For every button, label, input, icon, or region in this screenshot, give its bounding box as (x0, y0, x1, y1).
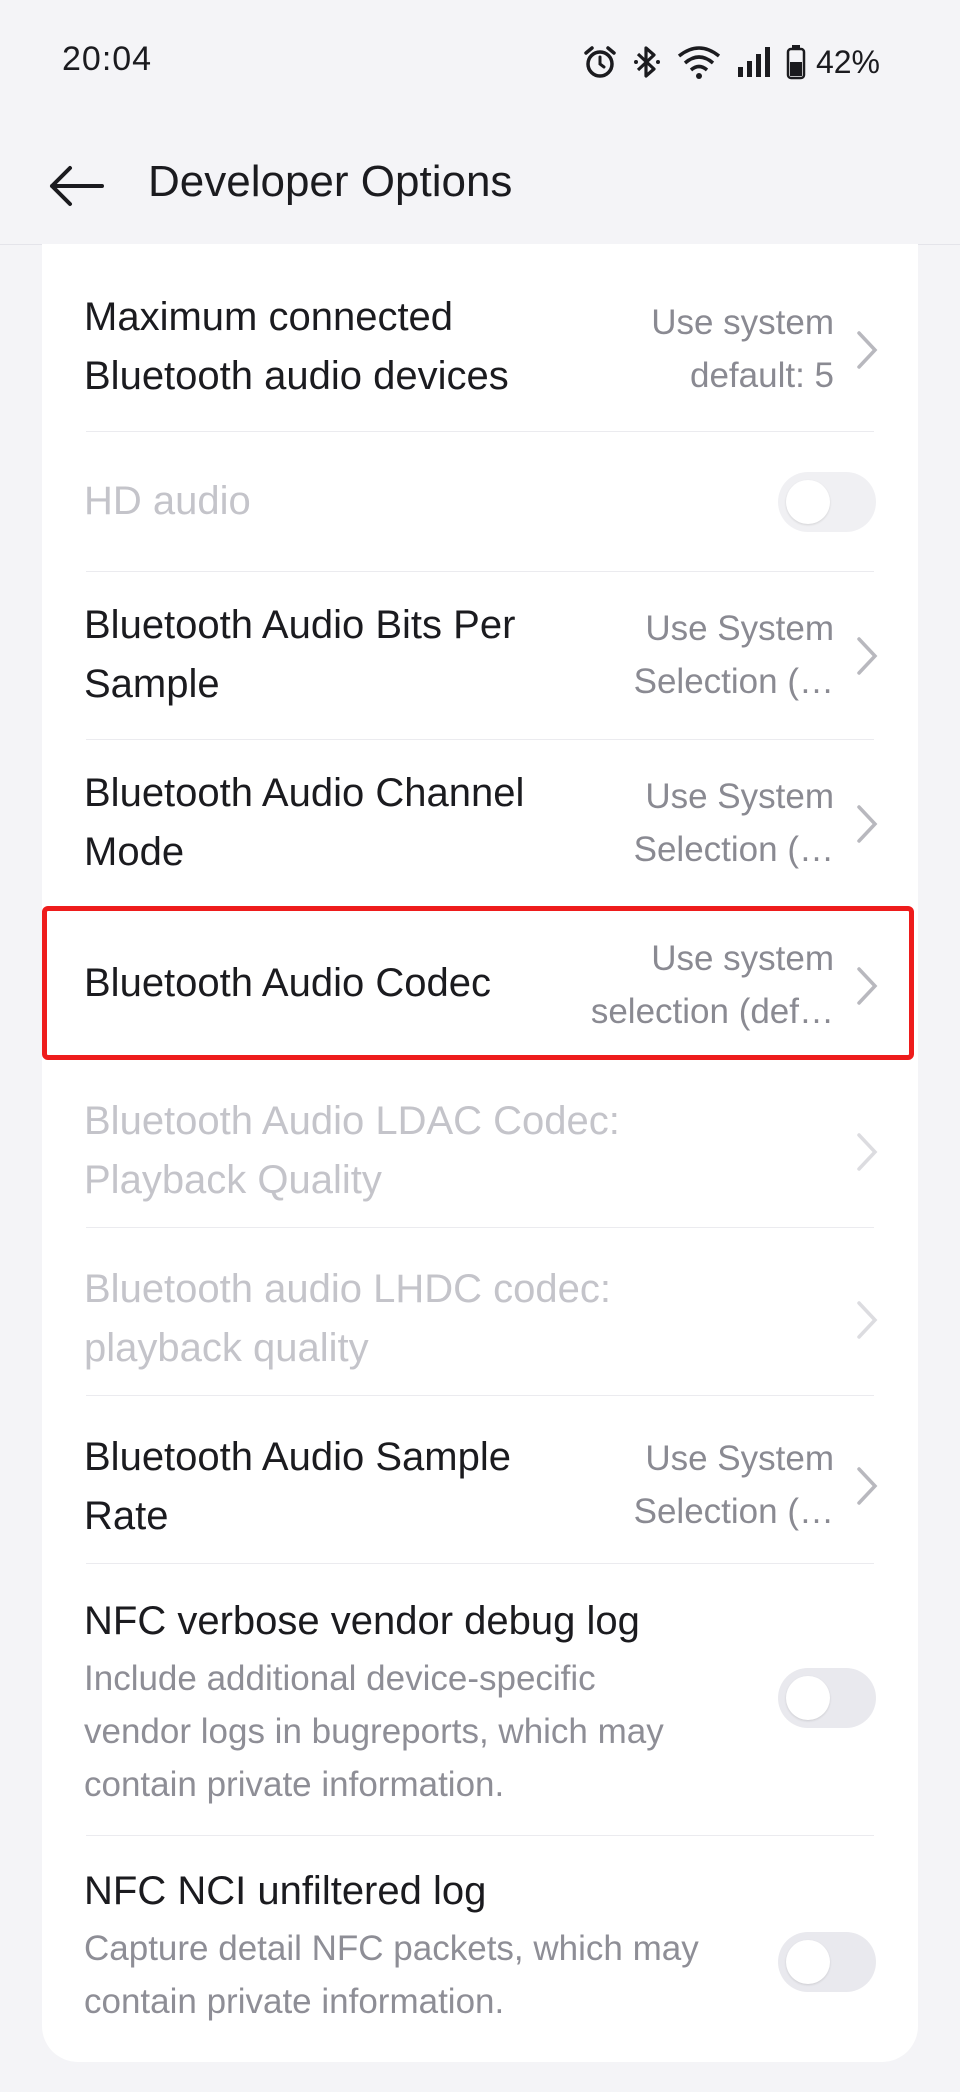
chevron-right-icon (857, 331, 878, 369)
setting-title: Bluetooth Audio Bits Per Sample (84, 603, 516, 706)
battery-percentage: 42% (815, 43, 880, 80)
highlight-box (42, 906, 914, 1060)
signal-icon (737, 47, 770, 77)
setting-value: Use System Selection (… (633, 777, 834, 869)
setting-nfc-vendor-debug-log[interactable]: NFC verbose vendor debug log Include add… (42, 1564, 918, 1836)
settings-list: Maximum connected Bluetooth audio device… (42, 244, 918, 2062)
setting-title: NFC verbose vendor debug log (84, 1599, 640, 1643)
setting-title: Bluetooth Audio Sample Rate (84, 1435, 511, 1538)
setting-lhdc-quality[interactable]: Bluetooth audio LHDC codec: playback qua… (42, 1228, 918, 1396)
toggle-knob (786, 1940, 830, 1984)
chevron-right-icon (857, 1301, 878, 1339)
hd-audio-toggle[interactable] (778, 472, 876, 532)
setting-title: Bluetooth audio LHDC codec: playback qua… (84, 1267, 611, 1370)
setting-description: Capture detail NFC packets, which may co… (84, 1929, 699, 2021)
setting-description: Include additional device-specific vendo… (84, 1659, 664, 1804)
app-bar: Developer Options (0, 120, 960, 245)
setting-value: Use System Selection (… (633, 1439, 834, 1531)
back-button[interactable] (40, 150, 112, 222)
nfc-nci-unfiltered-toggle[interactable] (778, 1932, 876, 1992)
chevron-right-icon (857, 637, 878, 675)
setting-sample-rate[interactable]: Bluetooth Audio Sample Rate Use System S… (42, 1396, 918, 1564)
setting-bits-per-sample[interactable]: Bluetooth Audio Bits Per Sample Use Syst… (42, 572, 918, 740)
setting-title: HD audio (84, 479, 251, 523)
setting-nfc-nci-unfiltered-log[interactable]: NFC NCI unfiltered log Capture detail NF… (42, 1836, 918, 2062)
bluetooth-icon (633, 46, 660, 78)
status-bar: 20:04 42% (0, 0, 960, 120)
setting-ldac-quality[interactable]: Bluetooth Audio LDAC Codec: Playback Qua… (42, 1060, 918, 1228)
arrow-back-icon (50, 166, 104, 206)
status-time: 20:04 (62, 40, 153, 78)
alarm-icon (584, 46, 616, 78)
setting-title: Bluetooth Audio Channel Mode (84, 771, 525, 874)
setting-title: NFC NCI unfiltered log (84, 1869, 487, 1913)
toggle-knob (786, 1676, 830, 1720)
chevron-right-icon (857, 1467, 878, 1505)
status-icons: 42% (582, 40, 880, 84)
setting-value: Use system default: 5 (651, 303, 834, 395)
battery-icon (786, 45, 806, 80)
chevron-right-icon (857, 1133, 878, 1171)
toggle-knob (786, 480, 830, 524)
setting-title: Maximum connected Bluetooth audio device… (84, 295, 509, 398)
chevron-right-icon (857, 805, 878, 843)
setting-hd-audio[interactable]: HD audio (42, 432, 918, 572)
setting-max-bluetooth-devices[interactable]: Maximum connected Bluetooth audio device… (42, 264, 918, 432)
setting-title: Bluetooth Audio LDAC Codec: Playback Qua… (84, 1099, 620, 1202)
wifi-icon (677, 46, 721, 79)
setting-channel-mode[interactable]: Bluetooth Audio Channel Mode Use System … (42, 740, 918, 908)
page-title: Developer Options (148, 157, 513, 206)
nfc-vendor-debug-toggle[interactable] (778, 1668, 876, 1728)
setting-value: Use System Selection (… (633, 609, 834, 701)
